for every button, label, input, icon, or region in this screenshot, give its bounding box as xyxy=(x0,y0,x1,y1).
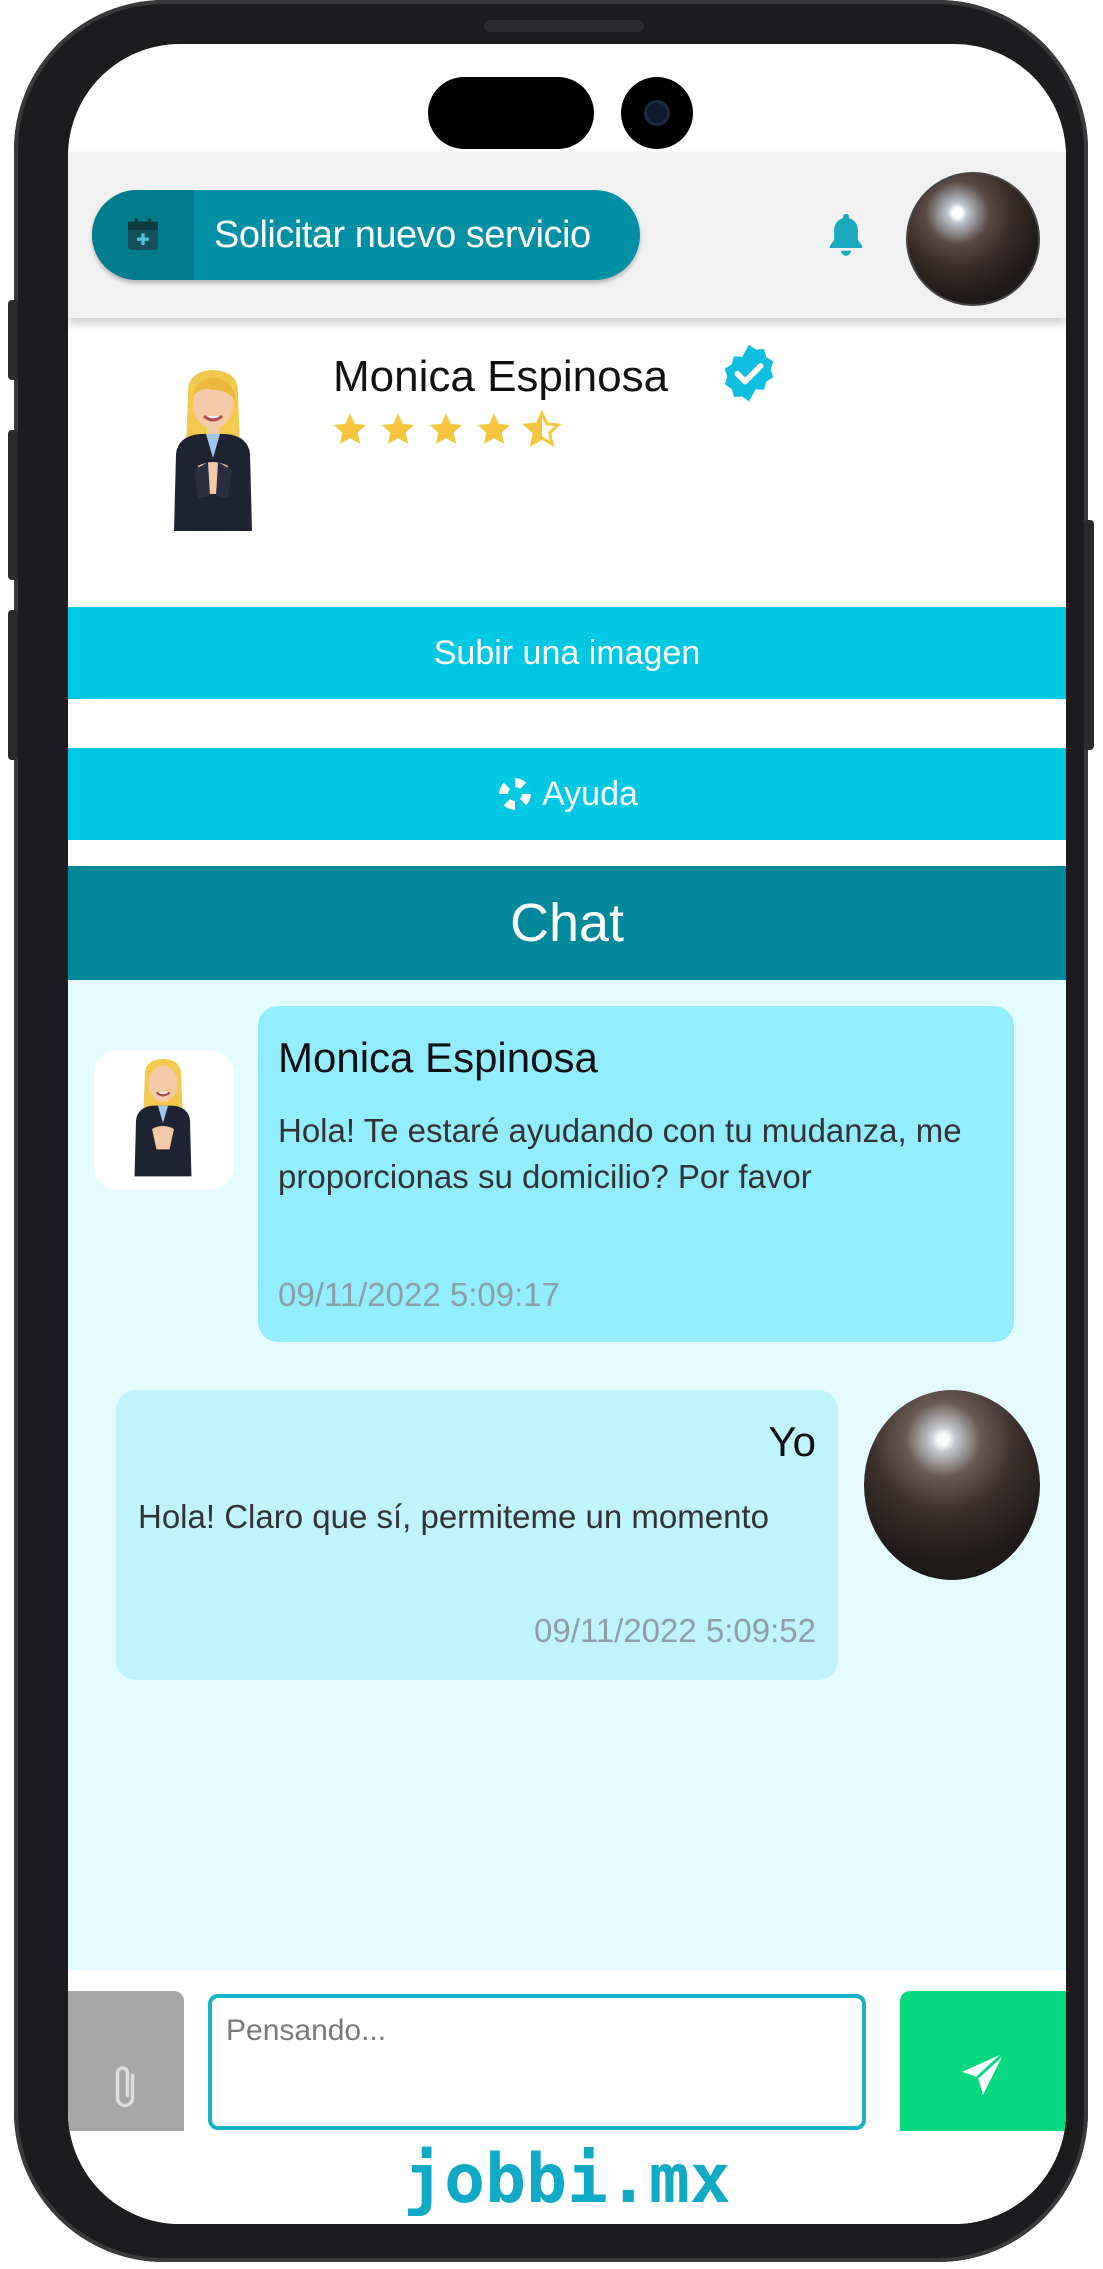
message-sender: Yo xyxy=(768,1418,816,1465)
my-avatar xyxy=(864,1390,1040,1580)
help-label: Ayuda xyxy=(542,774,638,813)
sender-avatar-figure xyxy=(134,1058,192,1177)
message-text: Hola! Te estaré ayudando con tu mudanza,… xyxy=(278,1112,962,1195)
star-full-icon xyxy=(381,413,415,444)
calendar-plus-icon xyxy=(92,190,194,280)
star-full-icon xyxy=(429,413,463,444)
help-button[interactable]: Ayuda xyxy=(68,748,1066,840)
new-service-button[interactable]: Solicitar nuevo servicio xyxy=(92,190,640,280)
chat-title: Chat xyxy=(509,893,625,953)
side-button xyxy=(1084,520,1094,750)
attach-button[interactable] xyxy=(68,1991,184,2131)
star-full-icon xyxy=(477,413,511,444)
top-bar: Solicitar nuevo servicio xyxy=(68,152,1066,318)
verified-badge-icon xyxy=(724,344,774,402)
side-button xyxy=(8,610,18,760)
provider-name: Monica Espinosa xyxy=(333,352,669,401)
bell-icon[interactable] xyxy=(823,210,869,260)
send-icon xyxy=(962,2052,1005,2095)
chat-header: Chat xyxy=(68,866,1066,980)
phone-frame: Solicitar nuevo servicio Monica Espinosa… xyxy=(8,0,1094,2262)
star-full-icon xyxy=(333,413,367,444)
lifebuoy-icon xyxy=(499,778,531,810)
rating-stars xyxy=(330,410,562,450)
brand-text: jobbi.mx xyxy=(403,2139,731,2219)
brand-footer: jobbi.mx xyxy=(68,2134,1066,2224)
star-half-icon xyxy=(522,410,562,447)
message-bubble-incoming: Monica Espinosa Hola! Te estaré ayudando… xyxy=(258,1006,1014,1342)
phone-speaker xyxy=(484,20,644,32)
message-input[interactable] xyxy=(208,1994,866,2130)
message-timestamp: 09/11/2022 5:09:17 xyxy=(278,1276,560,1313)
message-text: Hola! Claro que sí, permiteme un momento xyxy=(138,1498,769,1535)
side-button xyxy=(8,300,18,380)
message-timestamp: 09/11/2022 5:09:52 xyxy=(534,1612,816,1649)
send-button[interactable] xyxy=(900,1991,1066,2131)
upload-image-button[interactable]: Subir una imagen xyxy=(68,607,1066,699)
phone-screen: Solicitar nuevo servicio Monica Espinosa… xyxy=(68,44,1066,2224)
message-sender: Monica Espinosa xyxy=(278,1034,598,1081)
dynamic-island xyxy=(428,77,594,149)
upload-image-label: Subir una imagen xyxy=(433,633,701,672)
side-button xyxy=(8,430,18,580)
provider-avatar xyxy=(174,370,252,531)
front-camera xyxy=(621,77,693,149)
new-service-label: Solicitar nuevo servicio xyxy=(214,214,591,256)
message-bubble-outgoing: Yo Hola! Claro que sí, permiteme un mome… xyxy=(116,1390,838,1680)
paperclip-icon xyxy=(115,2066,135,2108)
user-avatar[interactable] xyxy=(906,172,1040,306)
